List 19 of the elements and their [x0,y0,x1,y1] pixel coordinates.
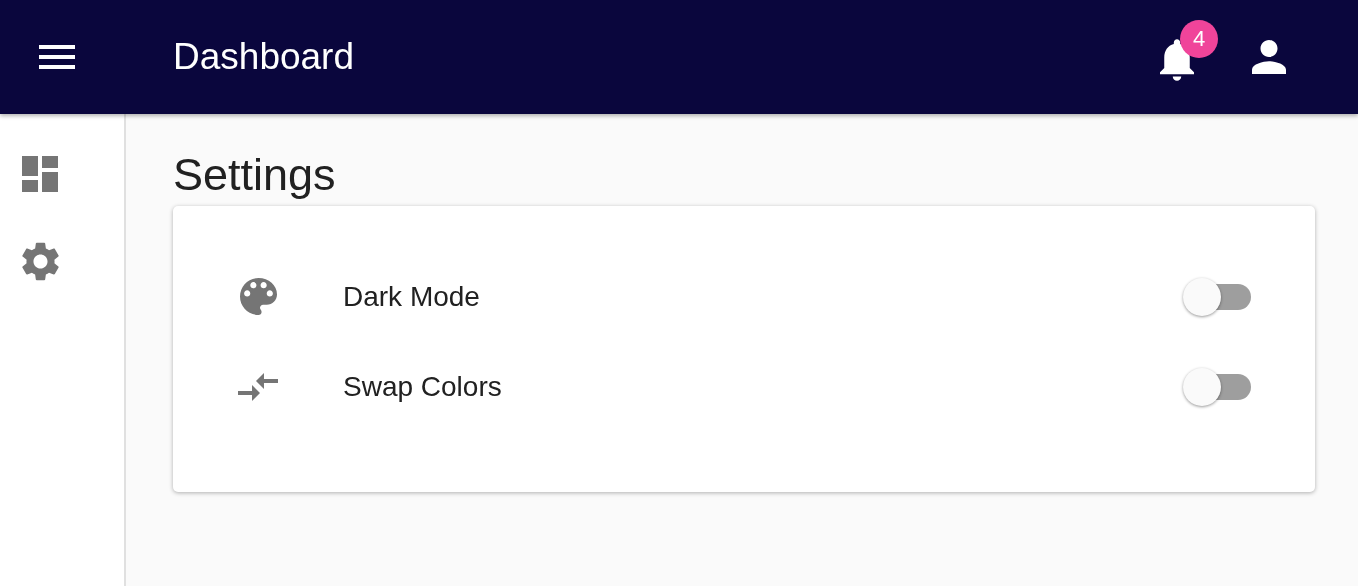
menu-icon [39,45,75,69]
settings-nav-button[interactable] [22,242,59,281]
palette-icon [239,278,277,315]
toggle-switch[interactable] [1183,276,1251,317]
dashboard-nav-button[interactable] [22,156,58,192]
notifications-button[interactable] [1160,39,1194,81]
arrows-icon [238,372,278,401]
account-button[interactable] [1252,40,1286,74]
page-heading: Settings [173,150,337,200]
dashboard-icon [22,156,58,192]
menu-button[interactable] [39,45,75,69]
notification-count: 4 [1180,20,1218,58]
toggle-switch[interactable] [1183,366,1251,407]
settings-icon [22,242,59,281]
bell-icon [1160,39,1194,81]
app-title: Dashboard [173,36,354,78]
person-icon [1252,40,1286,74]
setting-label: Dark Mode [343,280,481,313]
setting-label: Swap Colors [343,370,503,403]
